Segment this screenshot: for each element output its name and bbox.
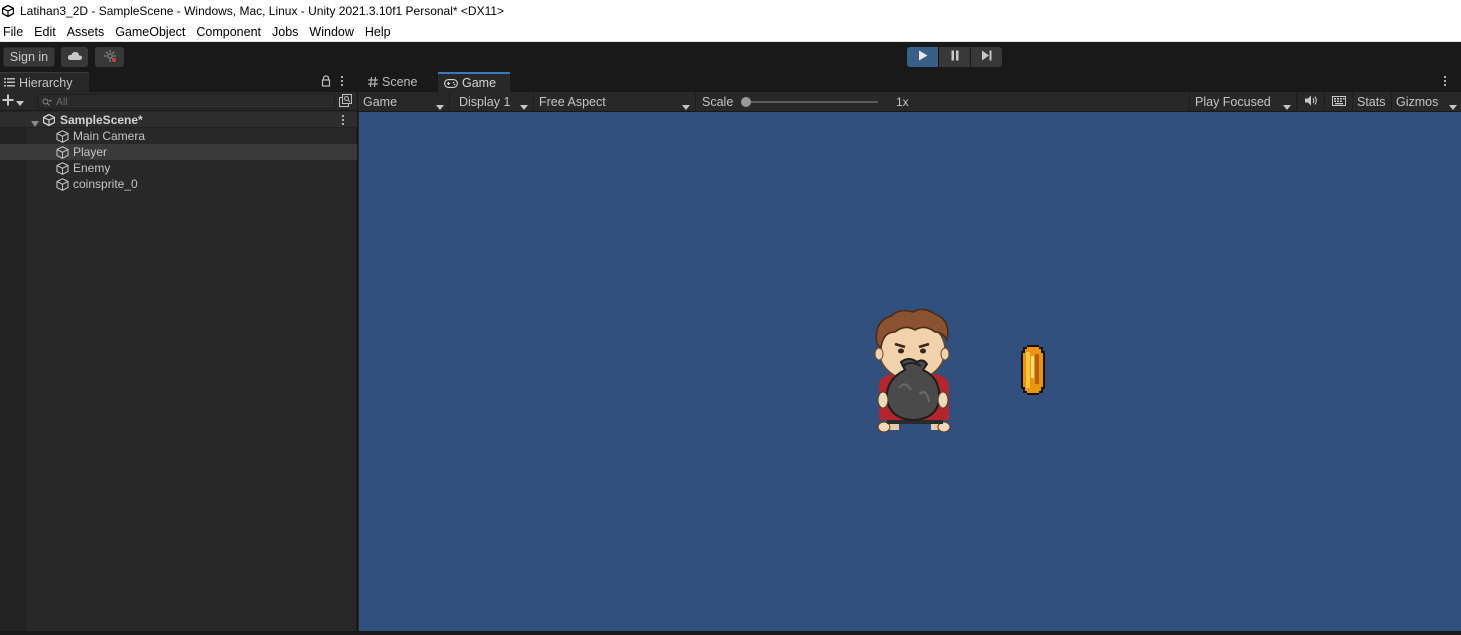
display-label: Display 1 <box>459 95 511 109</box>
menu-assets[interactable]: Assets <box>63 22 112 42</box>
hierarchy-item-coinsprite[interactable]: coinsprite_0 <box>0 176 357 192</box>
window-title: Latihan3_2D - SampleScene - Windows, Mac… <box>20 4 505 18</box>
hierarchy-toolbar: All <box>0 92 357 111</box>
hierarchy-item-main-camera[interactable]: Main Camera <box>0 128 357 144</box>
play-button[interactable] <box>907 47 938 67</box>
hash-icon <box>368 77 378 87</box>
window-title-bar: Latihan3_2D - SampleScene - Windows, Mac… <box>0 0 1461 22</box>
hierarchy-menu-icon[interactable] <box>340 75 344 90</box>
cloud-icon <box>67 50 83 64</box>
main-toolbar: Sign in <box>0 42 1461 72</box>
scene-menu-icon[interactable] <box>341 114 345 129</box>
hierarchy-item-label: Main Camera <box>73 129 146 143</box>
scene-name: SampleScene* <box>60 113 143 127</box>
lock-icon[interactable] <box>321 75 331 90</box>
pause-button[interactable] <box>939 47 970 67</box>
stats-button[interactable]: Stats <box>1352 92 1390 112</box>
menu-file[interactable]: File <box>0 22 30 42</box>
hierarchy-search-input[interactable]: All <box>37 94 335 109</box>
scene-root-row[interactable]: SampleScene* <box>0 112 357 128</box>
play-controls <box>907 47 1003 67</box>
pause-icon <box>950 50 960 64</box>
chevron-down-icon <box>682 99 690 113</box>
chevron-down-icon <box>1449 99 1457 113</box>
player-sprite <box>874 308 951 433</box>
scale-slider-thumb[interactable] <box>741 97 751 107</box>
play-mode-dropdown[interactable]: Play Focused <box>1189 92 1297 112</box>
display-dropdown[interactable]: Display 1 <box>450 92 534 112</box>
collab-icon <box>103 49 117 66</box>
menu-help[interactable]: Help <box>361 22 398 42</box>
aspect-label: Free Aspect <box>539 95 606 109</box>
view-type-label: Game <box>363 95 398 109</box>
keyboard-icon <box>1331 95 1346 109</box>
play-icon <box>918 50 928 64</box>
hierarchy-item-enemy[interactable]: Enemy <box>0 160 357 176</box>
collab-button[interactable] <box>95 47 124 67</box>
scale-label: Scale <box>702 95 734 109</box>
chevron-down-icon <box>1283 99 1291 113</box>
scene-visibility-icon[interactable] <box>339 94 352 110</box>
gizmos-dropdown[interactable]: Gizmos <box>1391 92 1461 112</box>
search-icon <box>42 98 52 106</box>
hierarchy-item-label: Enemy <box>73 161 111 175</box>
view-type-dropdown[interactable]: Game <box>358 92 450 112</box>
sign-in-button[interactable]: Sign in <box>3 47 55 67</box>
chevron-down-icon <box>436 99 444 113</box>
game-view-panel: Scene Game Game Display 1 Free Aspect Sc… <box>358 72 1461 635</box>
gizmos-label: Gizmos <box>1396 95 1439 109</box>
status-bar <box>0 631 1461 635</box>
chevron-down-icon <box>520 99 528 113</box>
hierarchy-tab-label: Hierarchy <box>19 75 73 90</box>
hierarchy-list-icon <box>4 78 15 87</box>
scale-value: 1x <box>896 95 909 109</box>
play-mode-label: Play Focused <box>1195 95 1271 109</box>
hierarchy-item-player[interactable]: Player <box>0 144 357 160</box>
hierarchy-panel: Hierarchy All SampleScene* Main Camera P… <box>0 72 357 635</box>
speaker-icon <box>1304 95 1318 109</box>
game-view-menu-icon[interactable] <box>1443 75 1447 90</box>
search-placeholder: All <box>56 95 68 108</box>
menu-bar: File Edit Assets GameObject Component Jo… <box>0 22 1461 42</box>
gamepad-icon <box>444 78 458 88</box>
gameobject-cube-icon <box>56 178 69 194</box>
mute-audio-button[interactable] <box>1297 92 1324 112</box>
menu-edit[interactable]: Edit <box>30 22 63 42</box>
plus-icon <box>2 94 14 109</box>
shortcuts-toggle-button[interactable] <box>1324 92 1352 112</box>
tab-scene-label: Scene <box>382 75 418 89</box>
hierarchy-item-label: Player <box>73 145 108 159</box>
tab-scene[interactable]: Scene <box>362 72 438 92</box>
scale-slider-track[interactable] <box>746 101 878 103</box>
game-render-canvas[interactable] <box>359 112 1461 631</box>
coin-sprite <box>1021 345 1045 395</box>
create-dropdown[interactable] <box>2 94 24 109</box>
game-view-toolbar: Game Display 1 Free Aspect Scale 1x Play… <box>358 92 1461 112</box>
tab-game-label: Game <box>462 76 497 90</box>
menu-jobs[interactable]: Jobs <box>268 22 305 42</box>
game-view-tab-bar: Scene Game <box>358 72 1461 92</box>
unity-logo-icon <box>2 5 14 17</box>
unity-scene-icon <box>42 113 56 129</box>
menu-window[interactable]: Window <box>305 22 360 42</box>
chevron-down-icon <box>16 95 24 109</box>
step-button[interactable] <box>971 47 1002 67</box>
cloud-button[interactable] <box>61 47 88 67</box>
tab-game[interactable]: Game <box>438 72 510 92</box>
scale-control: Scale 1x <box>696 92 909 112</box>
hierarchy-tab-bar: Hierarchy <box>0 72 357 92</box>
aspect-dropdown[interactable]: Free Aspect <box>534 92 696 112</box>
step-icon <box>981 50 993 64</box>
tab-hierarchy[interactable]: Hierarchy <box>0 72 89 92</box>
menu-component[interactable]: Component <box>192 22 268 42</box>
hierarchy-item-label: coinsprite_0 <box>73 177 138 191</box>
menu-gameobject[interactable]: GameObject <box>111 22 192 42</box>
